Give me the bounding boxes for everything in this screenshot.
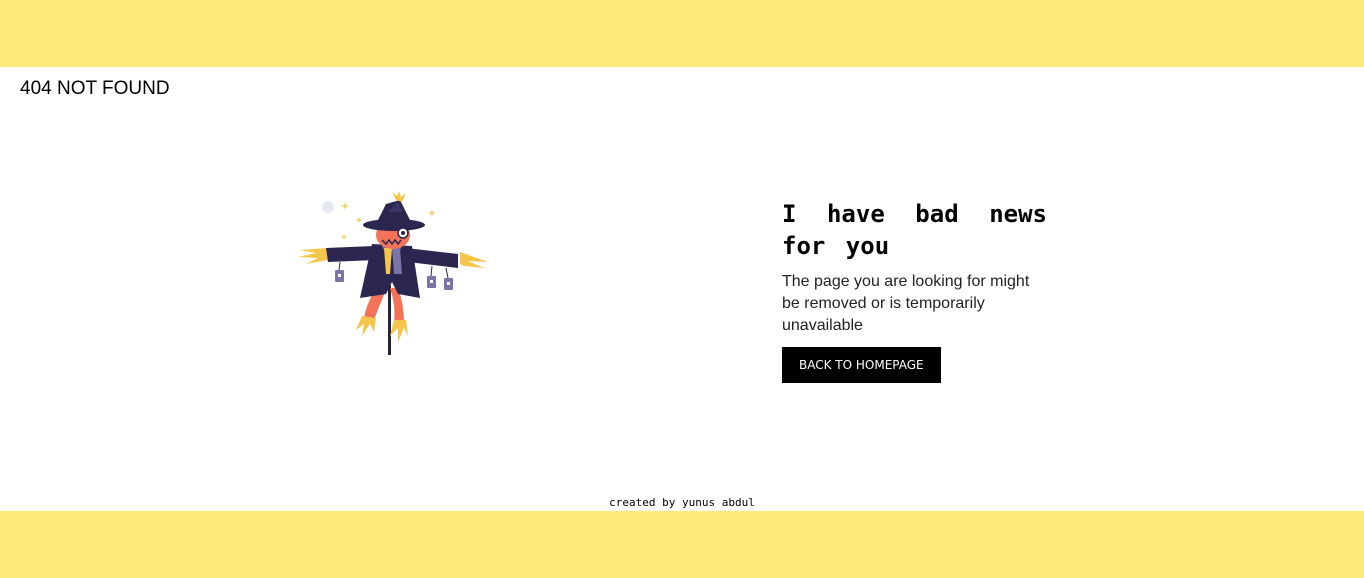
page-title: 404 NOT FOUND: [20, 78, 170, 99]
error-description: The page you are looking for might be re…: [782, 273, 1030, 334]
author-credit: created by yunus abdul: [609, 496, 755, 509]
error-message-panel: I have bad news for you The page you are…: [782, 198, 1047, 383]
top-banner: [0, 0, 1364, 67]
back-to-homepage-button[interactable]: BACK TO HOMEPAGE: [782, 347, 941, 383]
scarecrow-illustration: [296, 190, 492, 358]
bottom-banner: [0, 511, 1364, 578]
error-headline: I have bad news for you: [782, 200, 1047, 260]
